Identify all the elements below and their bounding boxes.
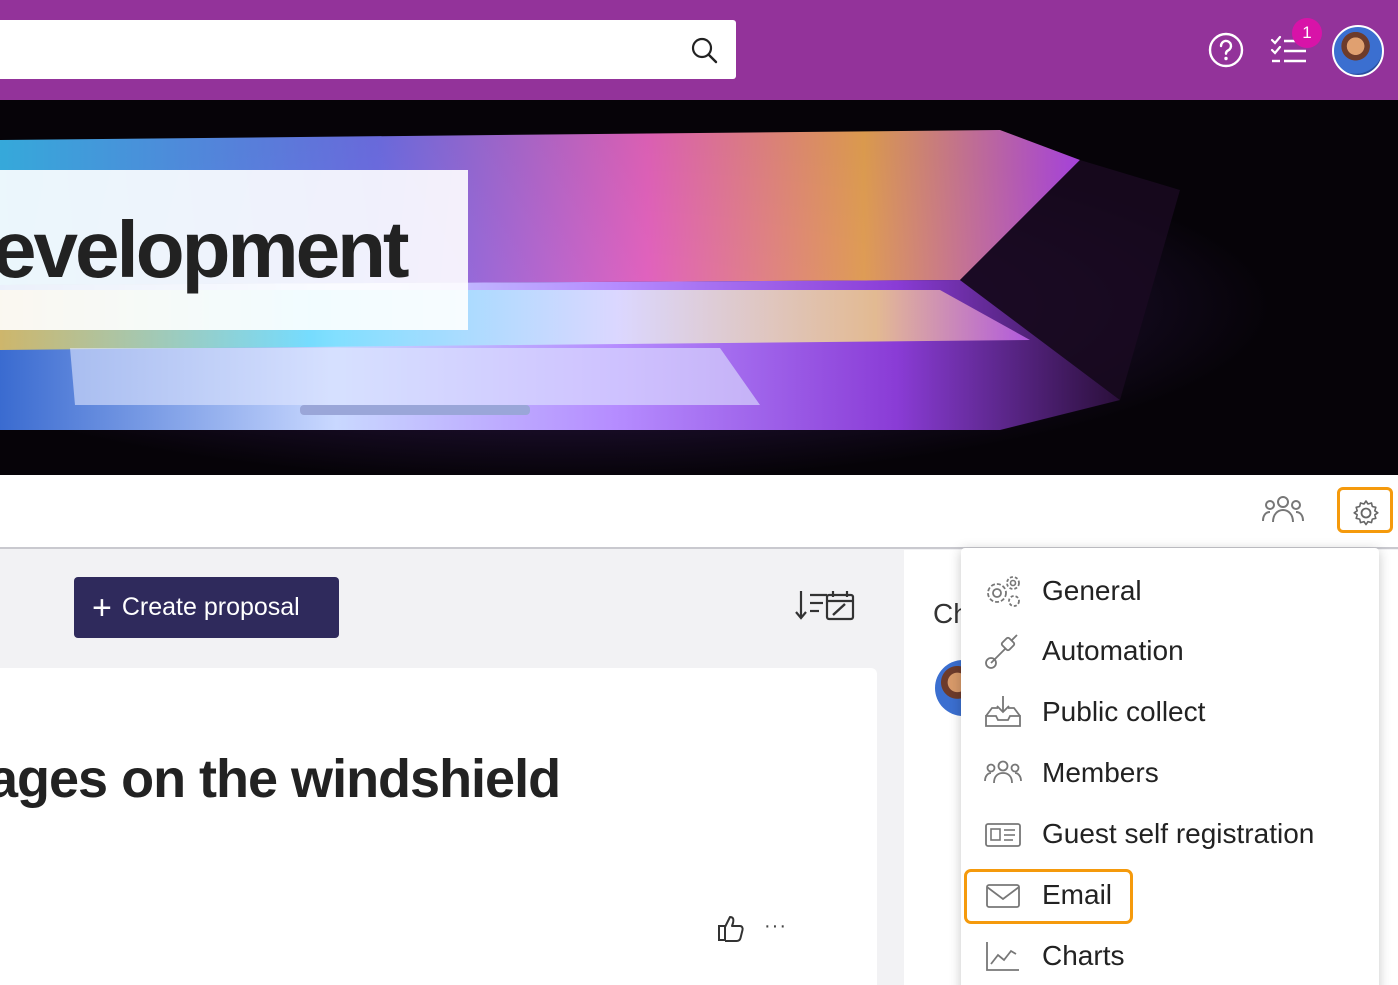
gear-icon [1353,500,1379,526]
menu-item-members[interactable]: Members [961,745,1379,801]
search-input[interactable] [0,20,736,79]
settings-menu: General Automation Public collect Member… [961,548,1379,985]
menu-item-label: General [1042,575,1142,606]
group-icon[interactable] [1262,494,1304,526]
menu-item-label: Guest self registration [1042,818,1315,849]
more-options-icon[interactable]: ··· [764,915,787,938]
notification-badge: 1 [1292,18,1322,48]
menu-item-label: Public collect [1042,696,1206,727]
search-icon[interactable] [690,36,718,64]
menu-item-public-collect[interactable]: Public collect [961,684,1379,740]
banner-title: evelopment [0,205,410,294]
user-avatar[interactable] [1332,25,1384,77]
menu-item-email[interactable]: Email [961,867,1379,923]
menu-item-label: Charts [1042,940,1125,971]
menu-item-charts[interactable]: Charts [961,928,1379,984]
inbox-download-icon [985,696,1021,727]
id-card-icon [985,823,1021,847]
envelope-icon [986,884,1020,908]
pipe-icon [985,634,1018,669]
menu-item-label: Automation [1042,635,1184,666]
create-proposal-label: Create proposal [121,593,300,621]
create-proposal-button[interactable]: + Create proposal [74,577,339,638]
thumbs-up-icon[interactable] [716,913,746,943]
help-circle-icon[interactable] [1208,32,1244,68]
banner-image: evelopment [0,100,1398,475]
chart-line-icon [986,942,1019,971]
workspace-toolbar [0,475,1398,549]
menu-item-label: Email [1042,879,1113,910]
group-icon [984,760,1022,784]
menu-item-guest-self-registration[interactable]: Guest self registration [961,806,1379,862]
proposal-title[interactable]: ages on the windshield [0,748,561,810]
plus-icon: + [92,588,112,627]
menu-item-automation[interactable]: Automation [961,623,1379,679]
sort-by-date-icon[interactable] [795,587,857,625]
menu-item-general[interactable]: General [961,563,1379,619]
menu-item-label: Members [1042,757,1159,788]
settings-button[interactable] [1337,487,1393,533]
gears-icon [987,576,1020,607]
